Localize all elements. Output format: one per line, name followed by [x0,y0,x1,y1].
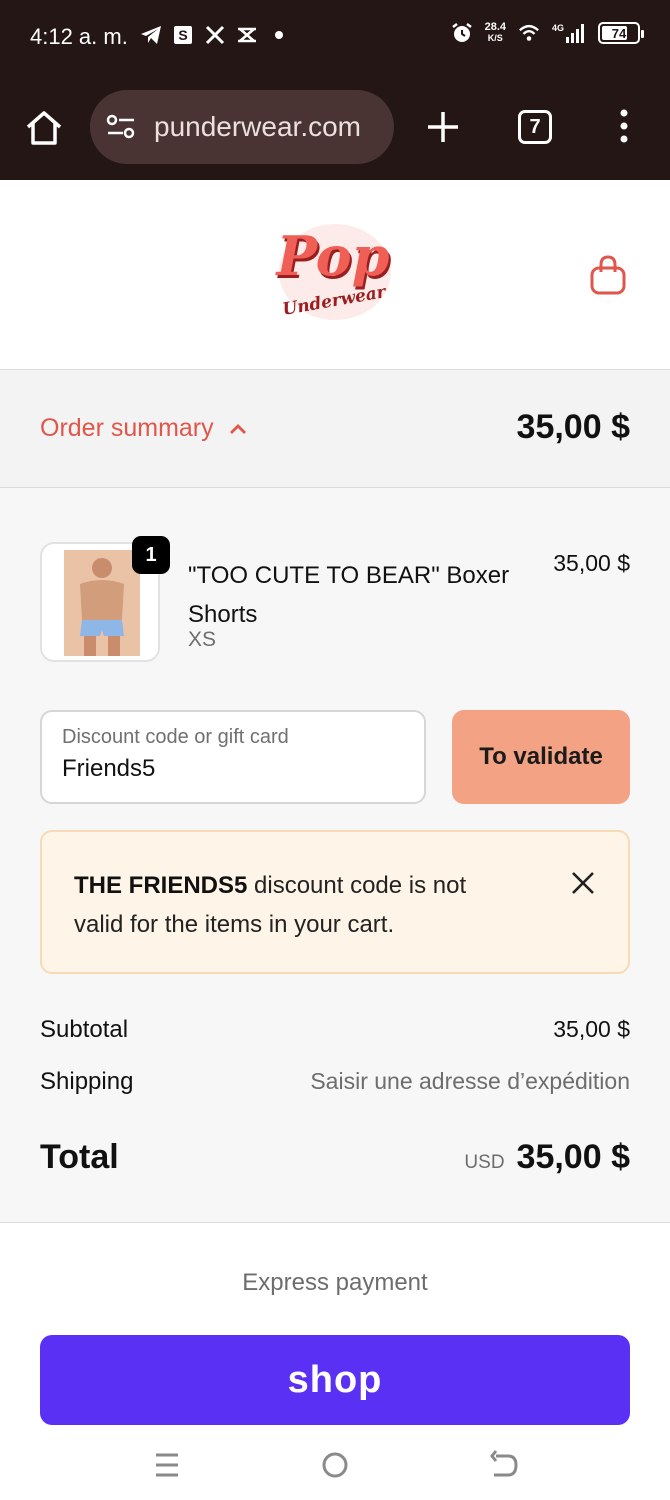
menu-lines-icon [156,1453,178,1477]
capcut-icon [236,24,258,46]
circle-home-icon [322,1452,348,1478]
signal-icon: 4G [552,22,586,44]
subtotal-label: Subtotal [40,1016,129,1043]
product-variant: XS [188,628,217,651]
status-time: 4:12 a. m. [30,24,128,49]
back-nav-button[interactable] [486,1448,520,1482]
order-summary-bar[interactable]: Order summary 35,00 $ [0,370,670,488]
new-tab-button[interactable] [424,108,462,146]
shopping-bag-icon [590,255,626,295]
shop-pay-button[interactable]: shop [40,1335,630,1425]
x-icon [204,24,226,46]
order-summary-toggle[interactable]: Order summary [40,414,248,443]
cart-button[interactable] [588,254,628,296]
pop-underwear-logo[interactable]: Pop Pop Underwear [272,210,398,330]
s-app-icon: S [172,24,194,46]
net-speed: 28.4 K/S [485,22,506,44]
net-speed-value: 28.4 [484,21,506,33]
back-arrow-icon [490,1450,518,1477]
net-speed-unit: K/S [487,33,503,43]
product-photo [64,550,140,656]
order-summary-total: 35,00 $ [516,408,630,446]
discount-code-value: Friends5 [62,755,156,782]
wifi-icon [518,22,540,44]
alert-close-button[interactable] [570,870,596,896]
order-summary-label: Order summary [40,414,214,442]
close-icon [572,872,594,894]
discount-error-alert: THE FRIENDS5 discount code is not valid … [40,830,630,974]
alarm-icon [451,22,473,44]
tab-switcher-button[interactable]: 7 [518,110,552,144]
product-name: "TOO CUTE TO BEAR" Boxer Shorts [188,562,510,628]
battery-indicator: 74 [598,22,644,44]
system-navigation-bar [0,1430,670,1500]
total-label: Total [40,1138,119,1176]
home-nav-button[interactable] [318,1448,352,1482]
battery-level: 74 [611,25,627,41]
site-header: Pop Pop Underwear [0,180,670,370]
product-price: 35,00 $ [553,550,630,576]
home-icon [26,111,62,145]
discount-code-placeholder: Discount code or gift card [62,726,289,748]
browser-toolbar: punderwear.com 7 [0,76,670,180]
total-currency: USD [464,1152,505,1173]
more-notifications-dot-icon [268,24,290,46]
quantity-badge: 1 [132,536,170,574]
plus-icon [428,112,458,142]
svg-text:S: S [178,27,187,43]
browser-chrome: 4:12 a. m. S 28.4 K/S 4G 74 punderwear.c… [0,0,670,180]
alert-code: THE FRIENDS5 [74,872,248,899]
svg-text:Pop: Pop [275,224,390,288]
discount-code-field[interactable]: Discount code or gift card Friends5 [40,710,426,804]
url-text: punderwear.com [154,111,362,142]
status-bar: 4:12 a. m. S 28.4 K/S 4G 74 [0,0,670,76]
network-type-label: 4G [552,23,564,33]
express-payment-title: Express payment [242,1269,428,1296]
address-bar[interactable]: punderwear.com [90,90,394,164]
subtotal-value: 35,00 $ [553,1016,630,1042]
total-row: Total USD 35,00 $ [40,1138,630,1177]
telegram-icon [140,24,162,46]
browser-menu-button[interactable] [612,106,636,146]
validate-discount-button[interactable]: To validate [452,710,630,804]
total-value: 35,00 $ [516,1138,630,1176]
chevron-up-icon [229,423,246,434]
alert-message: THE FRIENDS5 discount code is not valid … [74,866,514,944]
more-vertical-icon [620,109,628,143]
recent-apps-button[interactable] [150,1448,184,1482]
home-button[interactable] [22,106,66,150]
notification-icons: S [140,24,290,46]
subtotal-row: Subtotal 35,00 $ [40,1016,630,1044]
shop-pay-logo: shop [287,1358,383,1401]
shipping-label: Shipping [40,1068,134,1095]
shipping-row: Shipping Saisir une adresse d’expédition [40,1068,630,1096]
site-settings-icon[interactable] [104,110,138,144]
total-amount: USD 35,00 $ [464,1138,630,1177]
system-indicators: 28.4 K/S 4G 74 [451,22,644,44]
shipping-value: Saisir une adresse d’expédition [310,1068,630,1094]
